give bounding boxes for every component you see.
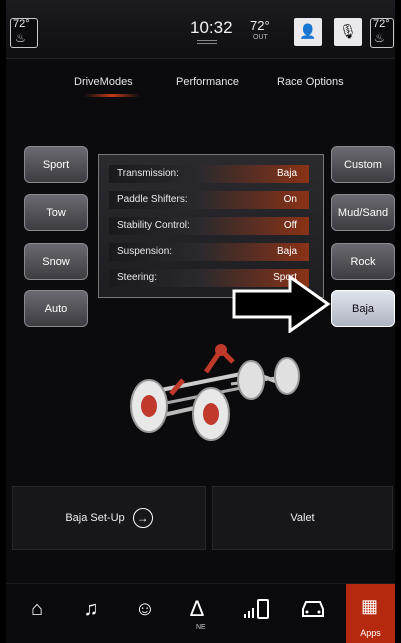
- mode-sport-button[interactable]: Sport: [24, 146, 88, 183]
- apps-button[interactable]: ▦ Apps: [346, 584, 395, 643]
- outside-temp: 72°: [250, 18, 270, 33]
- setting-row-transmission: Transmission: Baja: [109, 165, 309, 183]
- passenger-temp: 72°: [373, 18, 390, 30]
- tab-race-options[interactable]: Race Options: [277, 76, 344, 88]
- tab-performance[interactable]: Performance: [176, 76, 239, 88]
- person-icon: 👤: [299, 23, 317, 39]
- tab-bar: DriveModes Performance Race Options: [6, 70, 395, 96]
- vehicle-icon[interactable]: [298, 594, 328, 624]
- seat-heat-icon: ♨: [374, 31, 385, 45]
- setting-row-suspension: Suspension: Baja: [109, 243, 309, 261]
- voice-button[interactable]: 🎙: [334, 18, 362, 46]
- setting-label: Stability Control:: [117, 220, 190, 231]
- baja-setup-button[interactable]: Baja Set-Up →: [12, 486, 206, 550]
- baja-setup-label: Baja Set-Up: [65, 512, 125, 524]
- phone-signal-icon[interactable]: [242, 594, 272, 624]
- setting-label: Suspension:: [117, 246, 173, 257]
- setting-value: Off: [283, 220, 297, 231]
- valet-button[interactable]: Valet: [212, 486, 393, 550]
- home-icon[interactable]: ⌂: [22, 594, 52, 624]
- apps-label: Apps: [360, 628, 381, 638]
- outside-label: OUT: [253, 34, 268, 41]
- valet-label: Valet: [290, 512, 315, 524]
- drive-modes-screen: 72° ♨ 10:32 72° OUT 👤 🎙 72° ♨ DriveModes…: [6, 0, 395, 643]
- mode-mud-sand-button[interactable]: Mud/Sand: [331, 194, 395, 231]
- passenger-climate-button[interactable]: 72° ♨: [370, 18, 394, 48]
- clock: 10:32: [190, 18, 233, 37]
- comfort-icon[interactable]: ☺: [130, 594, 160, 624]
- setting-label: Transmission:: [117, 168, 179, 179]
- apps-grid-icon: ▦: [361, 596, 379, 616]
- compass-label: NE: [196, 624, 206, 631]
- seat-heat-icon: ♨: [15, 31, 26, 45]
- setting-row-paddle-shifters: Paddle Shifters: On: [109, 191, 309, 209]
- mode-baja-button[interactable]: Baja: [331, 290, 395, 327]
- setting-value: Baja: [276, 168, 297, 179]
- setting-row-stability-control: Stability Control: Off: [109, 217, 309, 235]
- mode-custom-button[interactable]: Custom: [331, 146, 395, 183]
- mode-snow-button[interactable]: Snow: [24, 243, 88, 280]
- clock-underline: [197, 40, 217, 44]
- microphone-icon: 🎙: [339, 23, 357, 39]
- profile-button[interactable]: 👤: [294, 18, 322, 46]
- pointer-arrow-icon: [232, 275, 331, 333]
- setting-value: Baja: [276, 246, 297, 257]
- driver-climate-button[interactable]: 72° ♨: [10, 18, 38, 48]
- status-bar: 72° ♨ 10:32 72° OUT 👤 🎙 72° ♨: [6, 0, 395, 59]
- driver-temp: 72°: [13, 18, 30, 30]
- mode-tow-button[interactable]: Tow: [24, 194, 88, 231]
- vehicle-chassis-illustration: [130, 344, 300, 441]
- active-tab-indicator: [84, 94, 140, 97]
- mode-rock-button[interactable]: Rock: [331, 243, 395, 280]
- setting-label: Steering:: [117, 272, 158, 283]
- mode-auto-button[interactable]: Auto: [24, 290, 88, 327]
- bottom-nav: ⌂ ♫ ☺ Δ NE ▦ Apps: [6, 583, 395, 643]
- tab-drivemodes[interactable]: DriveModes: [74, 76, 133, 88]
- music-note-icon[interactable]: ♫: [76, 594, 106, 624]
- arrow-right-circle-icon: →: [132, 508, 153, 528]
- navigation-icon[interactable]: Δ: [182, 594, 212, 624]
- setting-label: Paddle Shifters:: [117, 194, 188, 205]
- setting-value: On: [283, 194, 297, 205]
